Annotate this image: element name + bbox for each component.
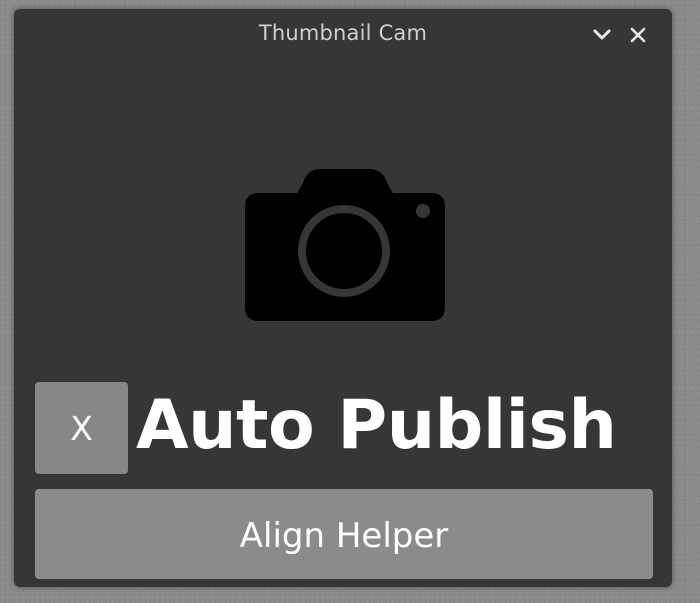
close-button[interactable] — [626, 23, 650, 47]
auto-publish-label: Auto Publish — [136, 386, 617, 465]
close-icon — [630, 27, 646, 43]
checkbox-mark: X — [70, 409, 93, 448]
collapse-button[interactable] — [590, 23, 614, 47]
thumbnail-cam-window: Thumbnail Cam X Auto Publish Align Helpe… — [14, 9, 672, 587]
align-helper-button[interactable]: Align Helper — [35, 489, 653, 579]
window-title: Thumbnail Cam — [258, 21, 428, 45]
align-helper-label: Align Helper — [239, 516, 449, 556]
title-bar[interactable]: Thumbnail Cam — [14, 9, 672, 59]
camera-icon — [245, 169, 445, 321]
chevron-down-icon — [593, 29, 611, 40]
auto-publish-checkbox[interactable]: X — [35, 382, 128, 474]
